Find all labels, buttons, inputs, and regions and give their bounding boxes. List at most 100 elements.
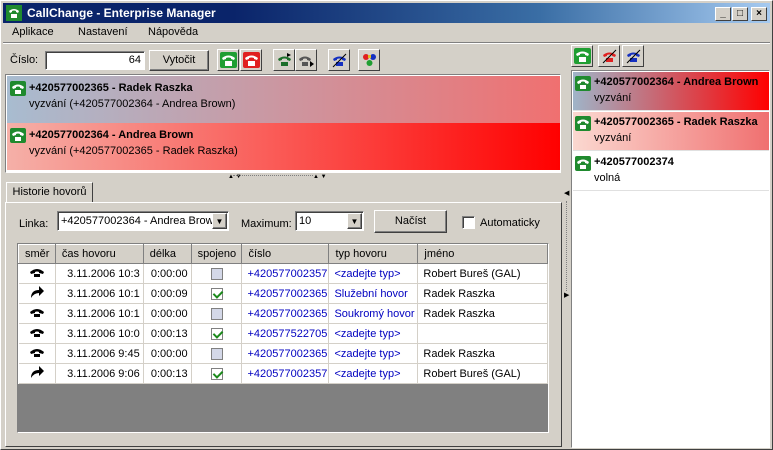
menu-napoveda[interactable]: Nápověda	[148, 26, 198, 38]
line-item[interactable]: +420577002364 - Andrea Brown vyzvání	[573, 72, 769, 111]
active-call-number: +420577002365 - Radek Raszka	[29, 82, 193, 94]
connected-checkbox[interactable]	[210, 287, 223, 300]
menu-separator	[3, 42, 770, 44]
splitter-grip-bottom[interactable]: ▶	[564, 291, 569, 299]
auto-checkbox[interactable]	[462, 216, 475, 229]
cell-name: Robert Bureš (GAL)	[417, 363, 548, 384]
hangup-button[interactable]	[240, 49, 262, 71]
cell-direction	[18, 283, 56, 304]
column-header-direction[interactable]: směr	[18, 244, 56, 264]
table-row[interactable]: 3.11.2006 9:45 0:00:00 +420577002365 <zadej…	[18, 343, 548, 364]
table-header-row: směr čas hovoru délka spojeno číslo typ …	[18, 244, 548, 264]
line-select-value: +420577002364 - Andrea Brown	[61, 215, 213, 227]
table-row[interactable]: 3.11.2006 9:06 0:00:13 +420577002357 <zadej…	[18, 363, 548, 384]
menu-aplikace[interactable]: Aplikace	[12, 26, 54, 38]
connected-checkbox[interactable]	[210, 367, 223, 380]
column-header-connected[interactable]: spojeno	[190, 244, 243, 264]
title-bar[interactable]: CallChange - Enterprise Manager _ □ ×	[3, 3, 770, 23]
number-input-value: 64	[128, 54, 141, 66]
transfer-button[interactable]	[273, 49, 295, 71]
cell-number[interactable]: +420577002357	[241, 263, 330, 284]
cell-type[interactable]: <zadejte typ>	[328, 343, 419, 364]
hold-button[interactable]	[328, 49, 350, 71]
table-row[interactable]: 3.11.2006 10:1 0:00:00 +420577002365 Soukro…	[18, 303, 548, 324]
maximum-select-value: 10	[299, 215, 312, 227]
cell-type[interactable]: <zadejte typ>	[328, 363, 419, 384]
cell-number[interactable]: +420577002357	[241, 363, 330, 384]
cell-direction	[18, 363, 56, 384]
cell-connected	[191, 283, 243, 304]
minimize-button[interactable]: _	[715, 7, 731, 21]
dial-button[interactable]: Vytočit	[149, 50, 209, 71]
table-row[interactable]: 3.11.2006 10:0 0:00:13 +420577522705 <zadej…	[18, 323, 548, 344]
cell-number[interactable]: +420577002365	[241, 343, 330, 364]
active-call-number: +420577002364 - Andrea Brown	[29, 129, 194, 141]
tab-call-history[interactable]: Historie hovorů	[6, 182, 93, 203]
column-header-type[interactable]: typ hovoru	[328, 244, 419, 264]
column-header-time[interactable]: čas hovoru	[54, 244, 144, 264]
connected-checkbox[interactable]	[210, 347, 223, 360]
connected-checkbox[interactable]	[210, 307, 223, 320]
table-row[interactable]: 3.11.2006 10:1 0:00:09 +420577002365 Služeb…	[18, 283, 548, 304]
maximize-button[interactable]: □	[732, 7, 748, 21]
line-hangup-button[interactable]	[598, 45, 620, 67]
active-call-item[interactable]: +420577002364 - Andrea Brown vyzvání (+4…	[7, 123, 560, 170]
splitter-grip-top[interactable]: ◀	[564, 189, 569, 197]
connected-checkbox[interactable]	[210, 327, 223, 340]
cell-number[interactable]: +420577522705	[241, 323, 330, 344]
connected-checkbox[interactable]	[210, 267, 223, 280]
close-button[interactable]: ×	[751, 7, 767, 21]
line-number: +420577002365 - Radek Raszka	[594, 116, 758, 128]
line-hold-button[interactable]	[622, 45, 644, 67]
cell-duration: 0:00:00	[143, 343, 192, 364]
cell-direction	[18, 263, 56, 284]
line-select[interactable]: +420577002364 - Andrea Brown ▼	[57, 211, 229, 231]
cell-time: 3.11.2006 10:1	[55, 283, 144, 304]
cell-duration: 0:00:09	[143, 283, 192, 304]
number-label: Číslo:	[10, 54, 39, 66]
cell-duration: 0:00:00	[143, 303, 192, 324]
cell-name: Radek Raszka	[417, 303, 548, 324]
column-header-name[interactable]: jméno	[417, 244, 548, 264]
outgoing-call-icon	[29, 286, 45, 302]
cell-number[interactable]: +420577002365	[241, 303, 330, 324]
load-button[interactable]: Načíst	[374, 210, 447, 233]
cell-name	[417, 323, 548, 344]
line-item[interactable]: +420577002365 - Radek Raszka vyzvání	[573, 112, 769, 151]
conference-button[interactable]	[358, 49, 380, 71]
line-item[interactable]: +420577002374 volná	[573, 152, 769, 191]
horizontal-splitter[interactable]	[233, 175, 313, 178]
splitter-grip-right[interactable]: ▲ ▼	[313, 174, 327, 180]
phone-answer-icon	[574, 48, 591, 64]
phone-hold-icon	[332, 53, 347, 68]
chevron-down-icon[interactable]: ▼	[212, 213, 227, 229]
cell-type[interactable]: <zadejte typ>	[328, 263, 419, 284]
active-call-item[interactable]: +420577002365 - Radek Raszka vyzvání (+4…	[7, 76, 560, 123]
cell-name: Robert Bureš (GAL)	[417, 263, 548, 284]
phone-line-icon	[575, 156, 591, 171]
vertical-splitter[interactable]: ◀ ▶	[564, 45, 570, 449]
auto-label: Automaticky	[480, 217, 540, 229]
column-header-duration[interactable]: délka	[142, 244, 192, 264]
number-input[interactable]: 64	[45, 51, 145, 70]
column-header-number[interactable]: číslo	[241, 244, 330, 264]
cell-time: 3.11.2006 9:45	[55, 343, 144, 364]
line-answer-button[interactable]	[571, 45, 593, 67]
answer-button[interactable]	[217, 49, 239, 71]
cell-name: Radek Raszka	[417, 343, 548, 364]
incoming-call-icon	[29, 309, 45, 321]
cell-connected	[191, 323, 243, 344]
forward-button[interactable]	[295, 49, 317, 71]
cell-time: 3.11.2006 9:06	[55, 363, 144, 384]
cell-type[interactable]: <zadejte typ>	[328, 323, 419, 344]
cell-number[interactable]: +420577002365	[241, 283, 330, 304]
chevron-down-icon[interactable]: ▼	[347, 213, 362, 229]
cell-type[interactable]: Soukromý hovor	[328, 303, 419, 324]
main-window: CallChange - Enterprise Manager _ □ × Ap…	[0, 0, 773, 450]
maximum-select[interactable]: 10 ▼	[295, 211, 364, 231]
table-row[interactable]: 3.11.2006 10:3 0:00:00 +420577002357 <zadej…	[18, 263, 548, 284]
cell-type[interactable]: Služební hovor	[328, 283, 419, 304]
menu-nastaveni[interactable]: Nastavení	[78, 26, 128, 38]
cell-duration: 0:00:13	[143, 363, 192, 384]
phone-answer-icon	[220, 52, 237, 68]
